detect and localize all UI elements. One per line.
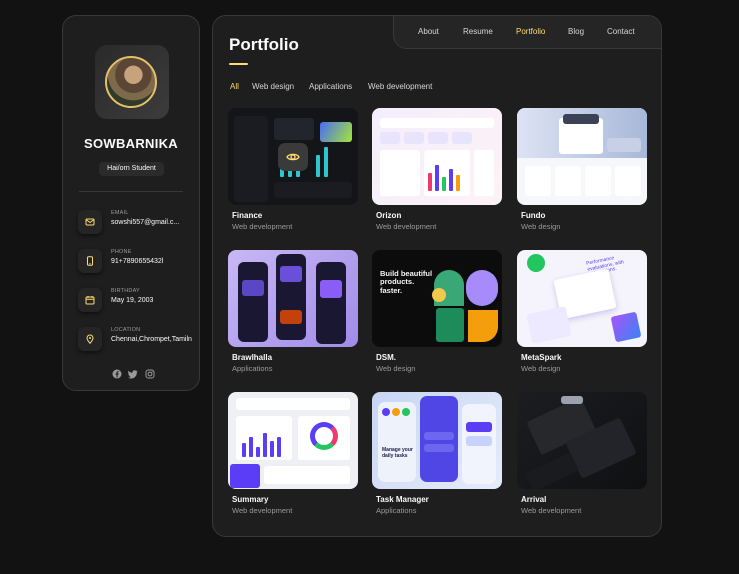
project-thumbnail	[228, 250, 358, 347]
mail-icon	[78, 210, 102, 234]
nav-link-resume[interactable]: Resume	[463, 27, 493, 36]
project-category: Web design	[376, 364, 416, 373]
phone-link[interactable]: 91+7890655432l	[111, 258, 163, 265]
profile-name: SOWBARNIKA	[84, 136, 178, 151]
nav-link-portfolio[interactable]: Portfolio	[516, 27, 545, 36]
project-thumbnail	[228, 392, 358, 489]
avatar	[95, 45, 169, 119]
email-link[interactable]: sowshi557@gmail.c...	[111, 219, 179, 226]
filter-all[interactable]: All	[230, 82, 239, 91]
project-title: Arrival	[521, 495, 547, 504]
thumbnail-headline: Manage your daily tasks	[382, 447, 413, 459]
project-card-fundo[interactable]: Fundo Web design	[517, 108, 647, 231]
filter-web-development[interactable]: Web development	[368, 82, 432, 91]
project-card-summary[interactable]: Summary Web development	[228, 392, 358, 515]
project-category: Web design	[521, 222, 561, 231]
project-thumbnail: Manage your daily tasks	[372, 392, 502, 489]
project-card-brawlhalla[interactable]: Brawlhalla Applications	[228, 250, 358, 373]
project-title: Fundo	[521, 211, 546, 220]
project-title: DSM.	[376, 353, 396, 362]
project-card-arrival[interactable]: Arrival Web development	[517, 392, 647, 515]
project-title: Brawlhalla	[232, 353, 273, 362]
contact-location: LOCATION Chennai,Chrompet,Tamiln	[78, 325, 198, 353]
nav-link-about[interactable]: About	[418, 27, 439, 36]
contact-label: BIRTHDAY	[111, 288, 140, 294]
main-content: About Resume Portfolio Blog Contact Port…	[212, 15, 662, 537]
twitter-icon[interactable]	[128, 366, 138, 379]
project-category: Applications	[376, 506, 417, 515]
eye-icon[interactable]	[278, 143, 308, 171]
project-title: Orizon	[376, 211, 402, 220]
project-thumbnail	[517, 108, 647, 205]
project-card-task-manager[interactable]: Manage your daily tasks Task Manager App…	[372, 392, 502, 515]
contact-birthday: BIRTHDAY May 19, 2003	[78, 286, 198, 314]
project-category: Applications	[232, 364, 273, 373]
thumbnail-headline: Build beautiful products. faster.	[380, 269, 433, 295]
project-card-metaspark[interactable]: Performance evaluations, with automation…	[517, 250, 647, 373]
project-category: Web design	[521, 364, 561, 373]
project-thumbnail	[517, 392, 647, 489]
project-title: Finance	[232, 211, 263, 220]
project-title: MetaSpark	[521, 353, 562, 362]
project-card-orizon[interactable]: Orizon Web development	[372, 108, 502, 231]
project-card-finance[interactable]: Finance Web development	[228, 108, 358, 231]
filter-applications[interactable]: Applications	[309, 82, 352, 91]
location-icon	[78, 327, 102, 351]
project-thumbnail	[228, 108, 358, 205]
contact-label: EMAIL	[111, 210, 129, 216]
contact-label: PHONE	[111, 249, 132, 255]
location-value: Chennai,Chrompet,Tamiln	[111, 336, 192, 343]
project-thumbnail	[372, 108, 502, 205]
navbar: About Resume Portfolio Blog Contact	[393, 16, 661, 49]
project-category: Web development	[232, 506, 293, 515]
nav-link-blog[interactable]: Blog	[568, 27, 584, 36]
project-title: Summary	[232, 495, 269, 504]
sidebar-divider	[79, 191, 183, 192]
instagram-icon[interactable]	[145, 366, 155, 379]
project-thumbnail: Build beautiful products. faster.	[372, 250, 502, 347]
phone-icon	[78, 249, 102, 273]
contact-label: LOCATION	[111, 327, 141, 333]
project-card-dsm[interactable]: Build beautiful products. faster. DSM. W…	[372, 250, 502, 373]
contact-email: EMAIL sowshi557@gmail.c...	[78, 208, 198, 236]
project-thumbnail: Performance evaluations, with automation…	[517, 250, 647, 347]
contact-phone: PHONE 91+7890655432l	[78, 247, 198, 275]
filter-web-design[interactable]: Web design	[252, 82, 294, 91]
project-title: Task Manager	[376, 495, 429, 504]
avatar-photo	[105, 56, 157, 108]
title-underline	[229, 63, 248, 65]
project-category: Web development	[521, 506, 582, 515]
project-category: Web development	[376, 222, 437, 231]
birthday-value: May 19, 2003	[111, 297, 154, 304]
nav-link-contact[interactable]: Contact	[607, 27, 635, 36]
facebook-icon[interactable]	[112, 366, 122, 379]
page-title: Portfolio	[229, 35, 299, 54]
project-category: Web development	[232, 222, 293, 231]
calendar-icon	[78, 288, 102, 312]
sidebar: SOWBARNIKA Hai/orn Student EMAIL sowshi5…	[62, 15, 200, 391]
profile-title-badge: Hai/orn Student	[99, 162, 164, 176]
